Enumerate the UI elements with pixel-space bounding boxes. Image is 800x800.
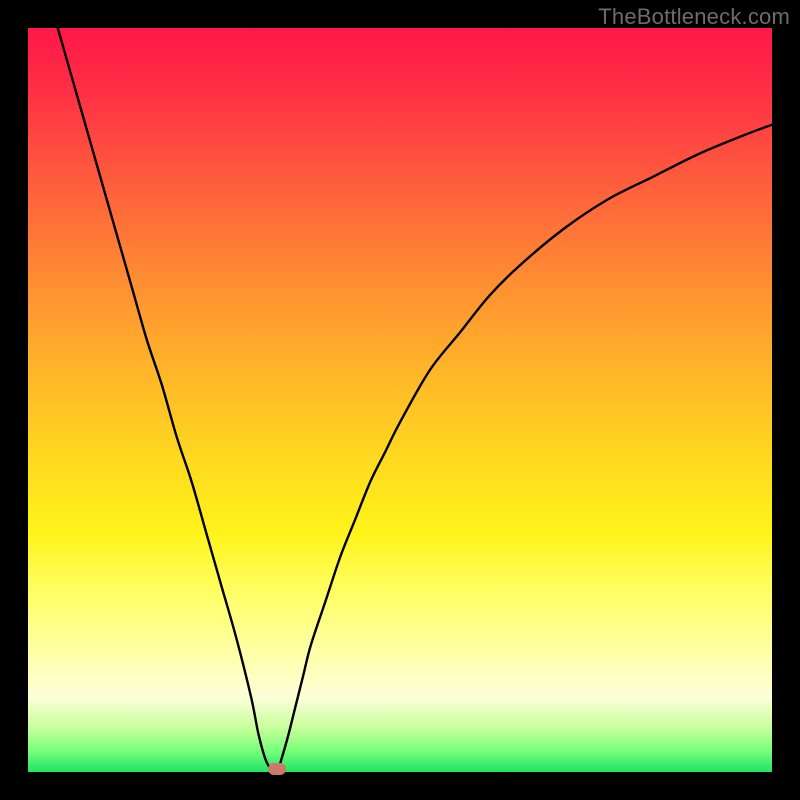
chart-frame: TheBottleneck.com: [0, 0, 800, 800]
curve-svg: [28, 28, 772, 772]
optimum-marker: [268, 763, 286, 775]
watermark-text: TheBottleneck.com: [598, 4, 790, 30]
plot-area: [28, 28, 772, 772]
bottleneck-curve: [58, 28, 772, 773]
